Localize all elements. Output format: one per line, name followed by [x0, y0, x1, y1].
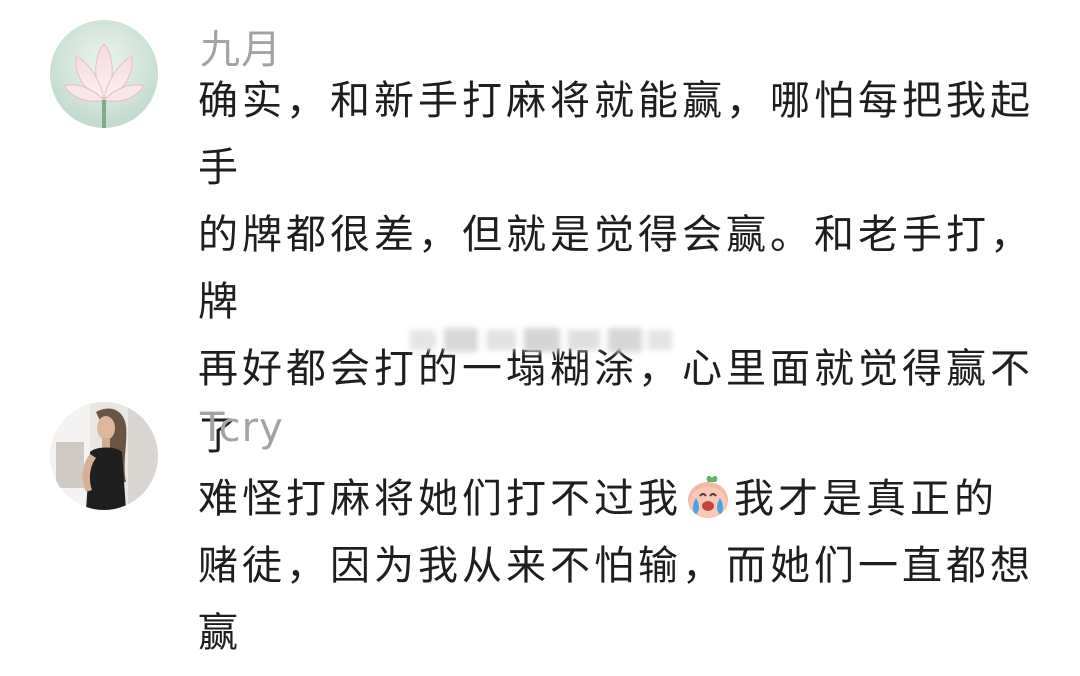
comment-item: 九月 确实，和新手打麻将就能赢，哪怕每把我起手 的牌都很差，但就是觉得会赢。和老…	[0, 0, 1080, 459]
comment-line: 难怪打麻将她们打不过我 我才是真正的	[198, 466, 1058, 533]
comment-text-segment: 难怪打麻将她们打不过我	[198, 476, 682, 522]
comment-item: Tcry 难怪打麻将她们打不过我 我才是真正的 赌徒，因为我从来不怕输，而她们一…	[0, 380, 1080, 676]
comment-line: 的牌都很差，但就是觉得会赢。和老手打，牌	[198, 212, 1034, 325]
user-avatar[interactable]	[50, 402, 158, 510]
comment-line: 赢	[198, 610, 242, 656]
woman-portrait-avatar-icon	[50, 402, 158, 510]
comment-text-segment: 我才是真正的	[734, 476, 998, 522]
blurred-redaction	[410, 328, 672, 352]
lotus-flower-avatar-icon	[50, 20, 158, 128]
username[interactable]: Tcry	[200, 404, 284, 452]
comment-text: 难怪打麻将她们打不过我 我才是真正的 赌徒，因为我从来不怕输，而她们一直都想 赢	[198, 466, 1058, 667]
user-avatar[interactable]	[50, 20, 158, 128]
crying-laughing-emoji-icon	[684, 472, 732, 520]
username[interactable]: 九月	[200, 26, 282, 74]
comment-line: 赌徒，因为我从来不怕输，而她们一直都想	[198, 543, 1034, 589]
comment-line: 确实，和新手打麻将就能赢，哪怕每把我起手	[198, 78, 1034, 191]
